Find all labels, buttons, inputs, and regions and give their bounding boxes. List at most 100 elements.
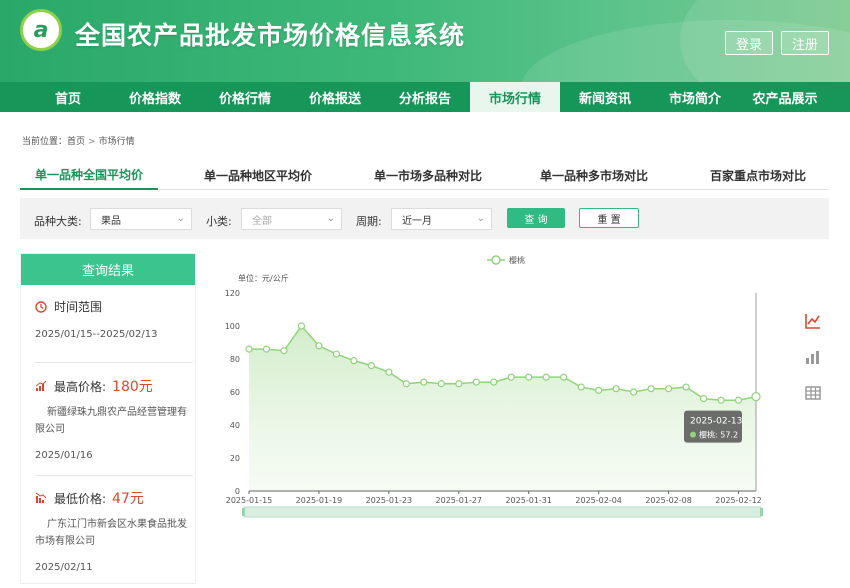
x-tick-label: 2025-01-15 xyxy=(226,496,273,505)
area-fill xyxy=(249,326,756,491)
x-tick-label: 2025-01-31 xyxy=(505,496,551,505)
data-point xyxy=(332,350,341,358)
zoom-slider-handle-left xyxy=(242,508,245,516)
reset-button[interactable]: 重 置 xyxy=(579,208,639,228)
data-point xyxy=(437,380,445,388)
data-point xyxy=(612,385,620,393)
x-tick-label: 2025-01-23 xyxy=(366,496,413,505)
query-button[interactable]: 查 询 xyxy=(507,208,565,228)
nav-item-products[interactable]: 农产品展示 xyxy=(740,82,830,112)
divider xyxy=(35,475,193,476)
breadcrumb-prefix: 当前位置： xyxy=(22,137,68,147)
max-price-market: 新疆绿珠九鼎农产品经营管理有限公司 xyxy=(35,407,187,435)
data-point xyxy=(525,373,533,381)
subcategory-select[interactable]: 全部 ⌄ xyxy=(241,208,342,230)
tab-key-markets[interactable]: 百家重点市场对比 xyxy=(688,160,828,190)
category-value: 果品 xyxy=(101,215,121,227)
data-point xyxy=(699,395,708,403)
clock-icon xyxy=(35,300,47,313)
y-tick-label: 100 xyxy=(225,322,240,331)
line-chart-icon[interactable] xyxy=(804,312,822,330)
y-tick-label: 60 xyxy=(230,388,240,397)
data-point xyxy=(420,378,428,386)
period-select[interactable]: 近一月 ⌄ xyxy=(391,208,492,230)
query-tabs: 单一品种全国平均价 单一品种地区平均价 单一市场多品种对比 单一品种多市场对比 … xyxy=(20,160,828,190)
nav-item-analysis[interactable]: 分析报告 xyxy=(380,82,470,112)
data-point xyxy=(630,388,638,396)
table-icon[interactable] xyxy=(804,384,822,402)
tooltip-marker xyxy=(690,431,696,438)
data-point xyxy=(350,357,358,365)
max-price-date: 2025/01/16 xyxy=(35,450,93,461)
min-price-heading: 最低价格: 47元 xyxy=(35,488,144,508)
nav-item-market[interactable]: 市场行情 xyxy=(470,82,560,112)
nav-item-price-index[interactable]: 价格指数 xyxy=(110,82,200,112)
breadcrumb-home[interactable]: 首页 xyxy=(67,137,85,147)
y-tick-label: 0 xyxy=(235,487,240,496)
min-price-value: 47元 xyxy=(112,491,144,507)
chevron-down-icon: ⌄ xyxy=(176,213,185,224)
breadcrumb-current: 市场行情 xyxy=(98,137,135,147)
login-button[interactable]: 登录 xyxy=(725,31,773,55)
data-point xyxy=(577,383,585,391)
data-point xyxy=(682,383,690,391)
price-chart: 樱桃 单位：元/公斤 0 20 40 60 80 100 120 2025-01-15 2025-0… xyxy=(200,244,790,584)
y-tick-label: 120 xyxy=(225,289,240,298)
results-panel: 查询结果 时间范围 2025/01/15--2025/02/13 最高价格: 1… xyxy=(20,253,196,584)
legend-marker xyxy=(491,255,501,265)
data-point xyxy=(280,347,288,355)
chevron-down-icon: ⌄ xyxy=(326,213,335,224)
tooltip-value: 樱桃: 57.2 xyxy=(699,430,738,440)
data-point xyxy=(647,385,655,393)
min-price-date: 2025/02/11 xyxy=(35,562,93,573)
data-point xyxy=(262,345,271,353)
zoom-slider-track xyxy=(243,506,762,518)
bar-chart-icon[interactable] xyxy=(804,348,822,366)
tab-market-multi-variety[interactable]: 单一市场多品种对比 xyxy=(348,160,508,190)
min-price-market: 广东江门市新会区水果食品批发市场有限公司 xyxy=(35,519,187,547)
trend-up-icon xyxy=(35,380,47,391)
nav-item-price-quotes[interactable]: 价格行情 xyxy=(200,82,290,112)
data-point xyxy=(734,396,743,404)
category-select[interactable]: 果品 ⌄ xyxy=(90,208,192,230)
data-point xyxy=(751,392,761,402)
price-chart-svg: 樱桃单位：元/公斤 0 20 40 60 80 100 120 2025-01-15 2025-0… xyxy=(225,255,763,518)
chevron-down-icon: ⌄ xyxy=(476,213,485,224)
data-point xyxy=(717,396,725,404)
data-point xyxy=(455,380,463,388)
data-point xyxy=(542,373,550,381)
data-point xyxy=(367,361,375,370)
period-label: 周期: xyxy=(356,215,382,228)
data-point xyxy=(402,380,410,388)
range-value: 2025/01/15--2025/02/13 xyxy=(35,329,158,340)
nav-item-home[interactable]: 首页 xyxy=(0,82,110,112)
range-label: 时间范围 xyxy=(54,300,103,314)
results-title: 查询结果 xyxy=(21,254,195,285)
site-logo[interactable]: a xyxy=(20,9,62,51)
category-label: 品种大类: xyxy=(34,215,82,228)
register-button[interactable]: 注册 xyxy=(781,31,829,55)
y-tick-label: 20 xyxy=(230,454,240,463)
tab-variety-multi-market[interactable]: 单一品种多市场对比 xyxy=(514,160,674,190)
tooltip-date: 2025-02-13 xyxy=(690,417,742,427)
x-tick-label: 2025-01-27 xyxy=(436,496,483,505)
nav-item-market-intro[interactable]: 市场简介 xyxy=(650,82,740,112)
x-tick-label: 2025-02-08 xyxy=(645,496,692,505)
data-point xyxy=(385,368,393,376)
data-point xyxy=(315,342,323,350)
nav-item-news[interactable]: 新闻资讯 xyxy=(560,82,650,112)
main-nav: 首页 价格指数 价格行情 价格报送 分析报告 市场行情 新闻资讯 市场简介 农产… xyxy=(0,82,850,112)
subcategory-placeholder: 全部 xyxy=(252,215,272,227)
data-point xyxy=(595,386,603,394)
tab-regional-average[interactable]: 单一品种地区平均价 xyxy=(178,160,338,190)
y-tick-label: 40 xyxy=(230,421,240,430)
data-point xyxy=(472,378,480,386)
max-price-value: 180元 xyxy=(112,379,153,395)
nav-item-price-report[interactable]: 价格报送 xyxy=(290,82,380,112)
subcategory-label: 小类: xyxy=(206,215,232,228)
legend-label: 樱桃 xyxy=(509,255,525,265)
data-point xyxy=(664,385,673,393)
tab-national-average[interactable]: 单一品种全国平均价 xyxy=(20,160,158,190)
data-point xyxy=(507,373,515,381)
logo-mark: a xyxy=(33,17,49,43)
